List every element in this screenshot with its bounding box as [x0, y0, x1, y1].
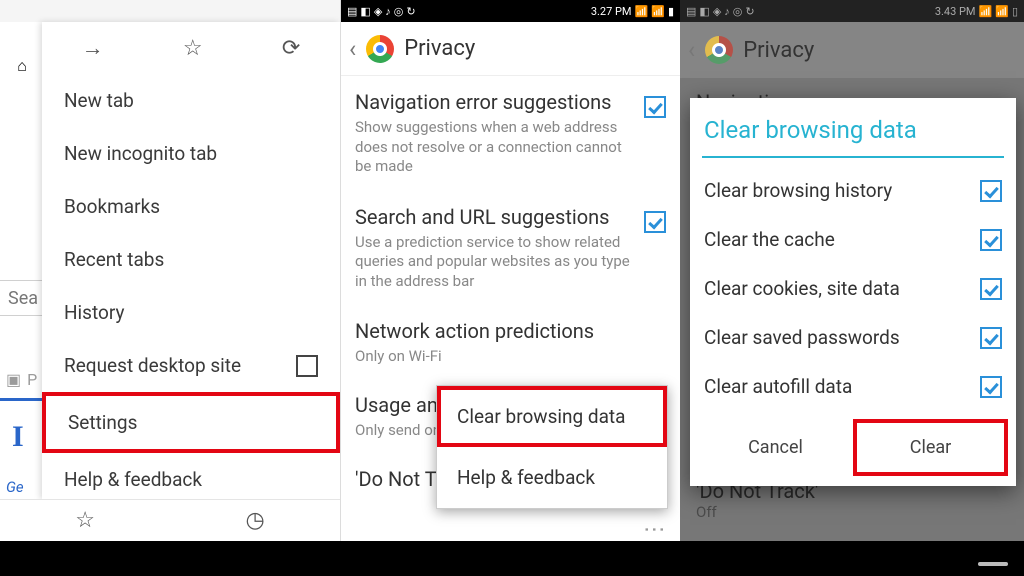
- menu-recent-tabs[interactable]: Recent tabs: [42, 233, 340, 286]
- status-bar: ▤◧◈♪◎↻ 3.27 PM📶📶▮: [341, 0, 680, 22]
- overflow-popup: Clear browsing data Help & feedback: [436, 385, 668, 509]
- search-field-fragment[interactable]: Sea: [0, 280, 44, 316]
- bg-tab: ▣P: [6, 370, 37, 389]
- dialog-title: Clear browsing data: [690, 98, 1016, 156]
- page-title: Privacy: [404, 36, 475, 61]
- resize-handle-icon: [978, 562, 1008, 566]
- search-suggestions-checkbox[interactable]: [644, 211, 666, 233]
- menu-new-tab[interactable]: New tab: [42, 74, 340, 127]
- chrome-icon: [705, 36, 733, 64]
- forward-icon[interactable]: →: [82, 35, 104, 61]
- autofill-checkbox[interactable]: [980, 376, 1002, 398]
- cancel-button[interactable]: Cancel: [698, 419, 853, 476]
- history-checkbox[interactable]: [980, 180, 1002, 202]
- panel-chrome-menu: ▤◧◈♪◎ 3.20 PM📶📶▮ ⌂ Sea ▣P I Ge → ☆ ⟳ New…: [0, 0, 340, 541]
- bottom-clock-icon[interactable]: ◷: [246, 508, 265, 533]
- option-browsing-history[interactable]: Clear browsing history: [690, 166, 1016, 215]
- chrome-icon: [366, 35, 394, 63]
- status-bar: ▤◧◈♪◎↻ 3.43 PM📶📶▯: [680, 0, 1024, 22]
- menu-bookmarks[interactable]: Bookmarks: [42, 180, 340, 233]
- back-icon[interactable]: ‹: [349, 35, 356, 63]
- menu-list: New tab New incognito tab Bookmarks Rece…: [42, 74, 340, 506]
- menu-request-desktop[interactable]: Request desktop site: [42, 339, 340, 392]
- menu-toolbar: → ☆ ⟳: [42, 22, 340, 74]
- star-icon[interactable]: ☆: [183, 36, 203, 61]
- status-time: 3.43 PM: [935, 5, 976, 18]
- setting-nav-error[interactable]: Navigation error suggestions Show sugges…: [355, 76, 666, 191]
- option-passwords[interactable]: Clear saved passwords: [690, 313, 1016, 362]
- option-cookies[interactable]: Clear cookies, site data: [690, 264, 1016, 313]
- option-autofill[interactable]: Clear autofill data: [690, 362, 1016, 411]
- clear-button[interactable]: Clear: [853, 419, 1008, 476]
- clear-browsing-data-dialog: Clear browsing data Clear browsing histo…: [690, 98, 1016, 486]
- panel-privacy-settings: ▤◧◈♪◎↻ 3.27 PM📶📶▮ ‹ Privacy Navigation e…: [340, 0, 680, 541]
- refresh-icon[interactable]: ⟳: [282, 36, 300, 61]
- more-icon[interactable]: ⋮: [642, 519, 667, 539]
- status-time: 3.27 PM: [591, 5, 632, 18]
- menu-settings[interactable]: Settings: [42, 392, 340, 453]
- bg-get: Ge: [6, 478, 24, 496]
- privacy-header: ‹ Privacy: [341, 22, 680, 76]
- cookies-checkbox[interactable]: [980, 278, 1002, 300]
- desktop-site-checkbox[interactable]: [296, 355, 318, 377]
- passwords-checkbox[interactable]: [980, 327, 1002, 349]
- menu-history[interactable]: History: [42, 286, 340, 339]
- privacy-header: ‹ Privacy: [680, 22, 1024, 78]
- panel-clear-data-dialog: ▤◧◈♪◎↻ 3.43 PM📶📶▯ ‹ Privacy Navigation e…: [680, 0, 1024, 541]
- page-title: Privacy: [743, 38, 814, 63]
- image-bottom-bar: [0, 541, 1024, 576]
- popup-help-feedback[interactable]: Help & feedback: [437, 447, 667, 508]
- dialog-divider: [702, 156, 1004, 158]
- cache-checkbox[interactable]: [980, 229, 1002, 251]
- setting-network-predictions[interactable]: Network action predictions Only on Wi-Fi: [355, 305, 666, 379]
- option-cache[interactable]: Clear the cache: [690, 215, 1016, 264]
- chrome-overflow-menu: → ☆ ⟳ New tab New incognito tab Bookmark…: [42, 22, 340, 499]
- nav-error-checkbox[interactable]: [644, 96, 666, 118]
- popup-clear-browsing-data[interactable]: Clear browsing data: [437, 386, 667, 447]
- menu-new-incognito[interactable]: New incognito tab: [42, 127, 340, 180]
- home-icon[interactable]: ⌂: [10, 54, 34, 78]
- setting-search-suggestions[interactable]: Search and URL suggestions Use a predict…: [355, 191, 666, 306]
- back-icon: ‹: [688, 36, 695, 64]
- bg-letter: I: [12, 420, 24, 454]
- tab-indicator: [0, 398, 42, 401]
- dialog-actions: Cancel Clear: [690, 411, 1016, 486]
- bottom-star-icon[interactable]: ☆: [75, 508, 95, 533]
- bottom-toolbar: ☆ ◷: [0, 499, 340, 541]
